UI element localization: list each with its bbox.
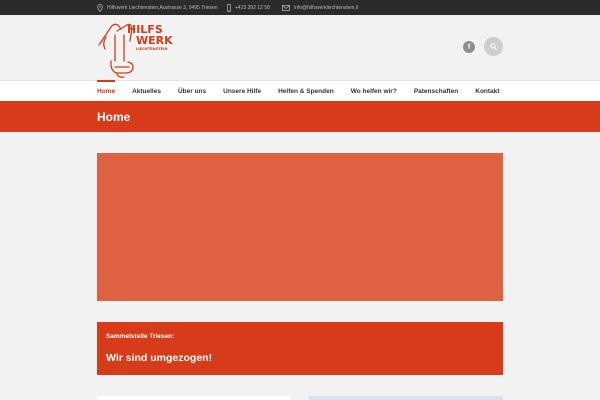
search-button[interactable]	[484, 37, 503, 56]
nav-item-kontakt[interactable]: Kontakt	[475, 81, 499, 102]
notice-box: Sammelstelle Triesen: Wir sind umgezogen…	[97, 322, 503, 375]
nav-label: Unsere Hilfe	[223, 88, 262, 95]
nav-item-home[interactable]: Home	[97, 80, 116, 102]
address-text: Hilfswerk Liechtenstein,Austrasse 3, 949…	[107, 4, 218, 11]
facebook-glyph: f	[467, 43, 471, 51]
map-pin-icon	[97, 3, 103, 12]
phone-info[interactable]: +423 392 12 58	[227, 0, 270, 15]
nav-label: Wo helfen wir?	[350, 88, 397, 95]
search-icon	[490, 43, 497, 50]
logo-text-werk: WERK	[136, 34, 173, 47]
helping-hands-logo-icon: HILFS WERK LIECHTENSTEIN	[98, 23, 173, 78]
phone-text[interactable]: +423 392 12 58	[235, 5, 270, 11]
nav-item-patenschaften[interactable]: Patenschaften	[414, 81, 458, 102]
nav-item-aktuelles[interactable]: Aktuelles	[132, 81, 161, 102]
nav-label: Kontakt	[475, 88, 500, 95]
nav-label: Home	[97, 88, 116, 95]
email-text[interactable]: info@hilfswerkliechtenstein.li	[294, 5, 358, 11]
hero-slider-area	[97, 153, 503, 301]
facebook-icon[interactable]: f	[463, 41, 475, 53]
top-info-bar: Hilfswerk Liechtenstein,Austrasse 3, 949…	[0, 0, 600, 15]
site-header: HILFS WERK LIECHTENSTEIN f	[0, 15, 600, 80]
address-info: Hilfswerk Liechtenstein,Austrasse 3, 949…	[97, 0, 218, 15]
nav-label: Helfen & Spenden	[278, 88, 334, 95]
logo-text-liechtenstein: LIECHTENSTEIN	[136, 47, 167, 51]
phone-icon	[227, 3, 231, 12]
envelope-icon	[282, 4, 290, 11]
notice-label: Sammelstelle Triesen:	[106, 333, 175, 340]
page-title-bar: Home	[0, 101, 600, 132]
notice-headline: Wir sind umgezogen!	[106, 352, 213, 364]
nav-item-helfen-spenden[interactable]: Helfen & Spenden	[278, 81, 334, 102]
main-navigation: Home Aktuelles Über uns Unsere Hilfe Hel…	[0, 80, 600, 101]
content-card-right	[309, 396, 503, 400]
nav-label: Patenschaften	[413, 88, 459, 95]
content-card-left	[97, 396, 291, 400]
email-info[interactable]: info@hilfswerkliechtenstein.li	[282, 0, 358, 15]
page-title: Home	[97, 109, 131, 124]
nav-item-ueber-uns[interactable]: Über uns	[178, 81, 206, 102]
nav-label: Über uns	[177, 88, 207, 95]
nav-label: Aktuelles	[132, 88, 161, 95]
nav-item-wo-helfen-wir[interactable]: Wo helfen wir?	[351, 81, 397, 102]
nav-item-unsere-hilfe[interactable]: Unsere Hilfe	[223, 81, 261, 102]
site-logo[interactable]: HILFS WERK LIECHTENSTEIN	[97, 17, 173, 79]
